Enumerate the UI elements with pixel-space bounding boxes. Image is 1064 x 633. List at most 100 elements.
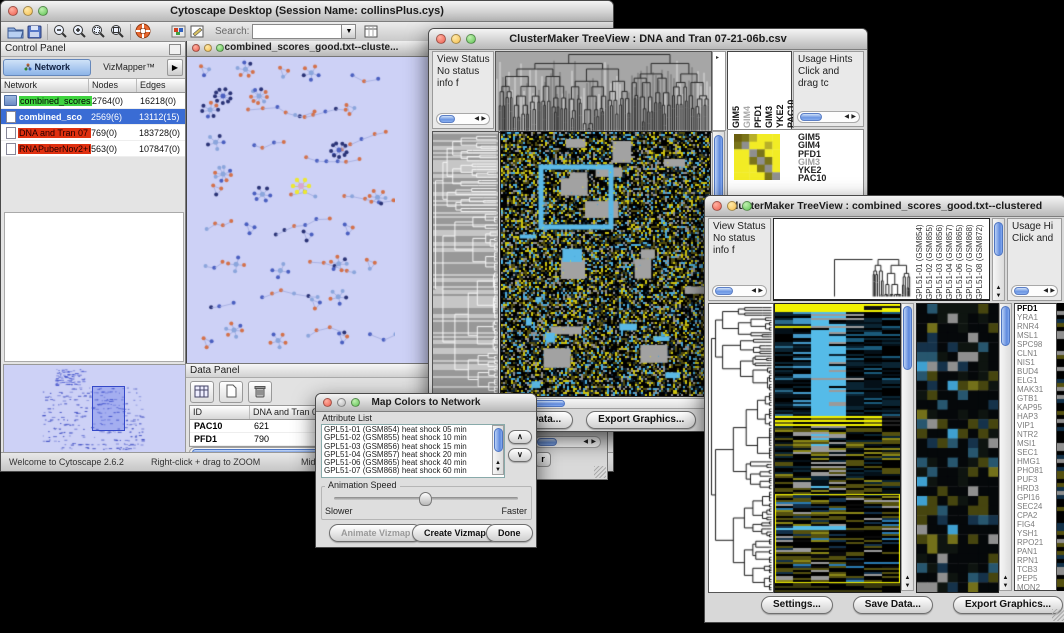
zoom-window-button[interactable] xyxy=(38,6,48,16)
zoom-selected-icon[interactable] xyxy=(89,23,108,40)
speed-slider-thumb[interactable] xyxy=(419,492,432,506)
tv2-gene-label[interactable]: RNR4 xyxy=(1017,322,1056,331)
tv1-column-label[interactable]: YKE2 xyxy=(775,54,785,128)
tv2-gene-label[interactable]: YRA1 xyxy=(1017,313,1056,322)
zoom-fit-icon[interactable] xyxy=(108,23,127,40)
tv1-view-status-scrollbar[interactable]: ◀▶ xyxy=(436,113,490,125)
save-icon[interactable] xyxy=(25,23,44,40)
vizmap-icon[interactable] xyxy=(169,23,188,40)
create-vizmap-button[interactable]: Create Vizmap xyxy=(412,524,498,542)
network-table-row[interactable]: RNAPuberNov2+I563(0)107847(0) xyxy=(1,141,185,157)
tv2-usage-hints-scrollbar[interactable]: ◀▶ xyxy=(1011,285,1058,297)
tv2-gene-label[interactable]: FIG4 xyxy=(1017,520,1056,529)
attribute-grid-icon[interactable] xyxy=(190,381,214,403)
tv2-column-label[interactable]: GPL51-01 (GSM854) xyxy=(915,220,924,300)
tv2-global-vscrollbar[interactable]: ▲▼ xyxy=(901,303,914,591)
network-table-row[interactable]: DNA and Tran 07769(0)183728(0) xyxy=(1,125,185,141)
tv2-column-label[interactable]: GPL51-04 (GSM857) xyxy=(945,220,954,300)
partial-window-scrollbar[interactable]: ◀▶ xyxy=(534,436,601,448)
tv2-gene-label[interactable]: PAN1 xyxy=(1017,547,1056,556)
tab-network[interactable]: Network xyxy=(3,59,91,76)
tv2-column-dendrogram[interactable] xyxy=(774,219,912,298)
tv2-gene-label[interactable]: HAP3 xyxy=(1017,412,1056,421)
zoom-window-button[interactable] xyxy=(351,398,360,407)
tv2-gene-label[interactable]: TCB3 xyxy=(1017,565,1056,574)
network-canvas[interactable] xyxy=(189,58,395,356)
overview-viewport-rect[interactable] xyxy=(92,386,125,431)
treeview1-title-bar[interactable]: ClusterMaker TreeView : DNA and Tran 07-… xyxy=(429,29,867,50)
tv1-row-dendrogram[interactable] xyxy=(432,131,499,397)
tv2-gene-label[interactable]: RPN1 xyxy=(1017,556,1056,565)
network-table-row[interactable]: combined_scores2764(0)16218(0) xyxy=(1,93,185,109)
tv1-column-label[interactable]: GIM5 xyxy=(731,54,741,128)
tv2-gene-label[interactable]: PEP5 xyxy=(1017,574,1056,583)
resize-grip[interactable] xyxy=(594,466,606,478)
tv2-gene-label[interactable]: HMG1 xyxy=(1017,457,1056,466)
tv2-view-status-scrollbar[interactable]: ◀▶ xyxy=(712,285,767,297)
tv2-gene-label[interactable]: PHO81 xyxy=(1017,466,1056,475)
close-button[interactable] xyxy=(8,6,18,16)
tv2-gene-label[interactable]: SEC1 xyxy=(1017,448,1056,457)
tab-overflow-arrow[interactable]: ▶ xyxy=(167,59,183,76)
tv2-gene-label[interactable]: MSI1 xyxy=(1017,439,1056,448)
tv1-usage-hints-scrollbar[interactable]: ◀▶ xyxy=(797,111,860,123)
tv2-column-label[interactable]: GPL51-08 (GSM872) xyxy=(975,220,984,300)
close-button[interactable] xyxy=(192,44,200,52)
tv2-gene-label[interactable]: PFD1 xyxy=(1017,304,1056,313)
minimize-button[interactable] xyxy=(204,44,212,52)
tv2-save-data-button[interactable]: Save Data... xyxy=(853,596,933,614)
tv2-gene-label[interactable]: ELG1 xyxy=(1017,376,1056,385)
tv2-gene-label[interactable]: PUF3 xyxy=(1017,475,1056,484)
zoom-window-button[interactable] xyxy=(742,201,752,211)
search-dropdown-arrow[interactable]: ▼ xyxy=(342,24,356,39)
minimize-button[interactable] xyxy=(727,201,737,211)
tv2-export-graphics-button[interactable]: Export Graphics... xyxy=(953,596,1063,614)
open-file-icon[interactable] xyxy=(6,23,25,40)
tv2-gene-label[interactable]: YSH1 xyxy=(1017,529,1056,538)
tv2-column-label[interactable]: GPL51-02 (GSM855) xyxy=(925,220,934,300)
tv2-gene-label[interactable]: MSL1 xyxy=(1017,331,1056,340)
tv1-row-label[interactable]: PAC10 xyxy=(798,174,826,182)
minimize-button[interactable] xyxy=(451,34,461,44)
zoom-in-icon[interactable] xyxy=(70,23,89,40)
zoom-window-button[interactable] xyxy=(216,44,224,52)
tv2-column-label[interactable]: GPL51-06 (GSM865) xyxy=(955,220,964,300)
tv1-column-label[interactable]: GIM4 xyxy=(742,54,752,128)
tv2-gene-label[interactable]: HRD3 xyxy=(1017,484,1056,493)
tv1-heatmap[interactable] xyxy=(500,131,711,397)
move-down-button[interactable]: ∨ xyxy=(508,448,532,462)
attribute-list-item[interactable]: GPL51-07 (GSM868) heat shock 60 min xyxy=(322,467,504,475)
table-report-icon[interactable] xyxy=(362,23,381,40)
tv2-gene-label[interactable]: GTB1 xyxy=(1017,394,1056,403)
search-input[interactable] xyxy=(252,24,342,39)
tv2-gene-label[interactable]: CPA2 xyxy=(1017,511,1056,520)
tv2-gene-label[interactable]: SEC24 xyxy=(1017,502,1056,511)
tv2-gene-label[interactable]: NTR2 xyxy=(1017,430,1056,439)
move-up-button[interactable]: ∧ xyxy=(508,430,532,444)
tv2-gene-label[interactable]: RPO21 xyxy=(1017,538,1056,547)
tv1-column-dendrogram[interactable] xyxy=(495,51,712,133)
tv2-gene-label[interactable]: SPC98 xyxy=(1017,340,1056,349)
new-attribute-icon[interactable] xyxy=(219,381,243,403)
zoom-window-button[interactable] xyxy=(466,34,476,44)
resize-grip[interactable] xyxy=(1052,609,1064,621)
main-title-bar[interactable]: Cytoscape Desktop (Session Name: collins… xyxy=(1,1,613,22)
tv2-column-label[interactable]: GPL51-07 (GSM868) xyxy=(965,220,974,300)
tv2-detail-vscrollbar[interactable]: ▲▼ xyxy=(999,303,1012,591)
tv2-global-heatmap[interactable] xyxy=(774,303,901,593)
dialog-title-bar[interactable]: Map Colors to Network xyxy=(316,394,536,412)
tv2-gene-label[interactable]: KAP95 xyxy=(1017,403,1056,412)
help-lifering-icon[interactable] xyxy=(134,23,153,40)
tv2-detail-heatmap[interactable] xyxy=(916,303,999,593)
tv2-collabel-scrollbar[interactable]: ▲▼ xyxy=(992,218,1005,301)
tv2-gene-label[interactable]: GPI16 xyxy=(1017,493,1056,502)
tv2-gene-label[interactable]: VIP1 xyxy=(1017,421,1056,430)
float-panel-icon[interactable] xyxy=(169,44,181,55)
tv2-gene-label[interactable]: MON2 xyxy=(1017,583,1056,591)
close-button[interactable] xyxy=(436,34,446,44)
partial-window-button[interactable]: r xyxy=(535,452,551,467)
tv2-row-dendrogram[interactable] xyxy=(708,303,774,593)
annotation-icon[interactable] xyxy=(188,23,207,40)
network-window-title-bar[interactable]: combined_scores_good.txt--cluste... xyxy=(187,41,436,57)
close-button[interactable] xyxy=(712,201,722,211)
